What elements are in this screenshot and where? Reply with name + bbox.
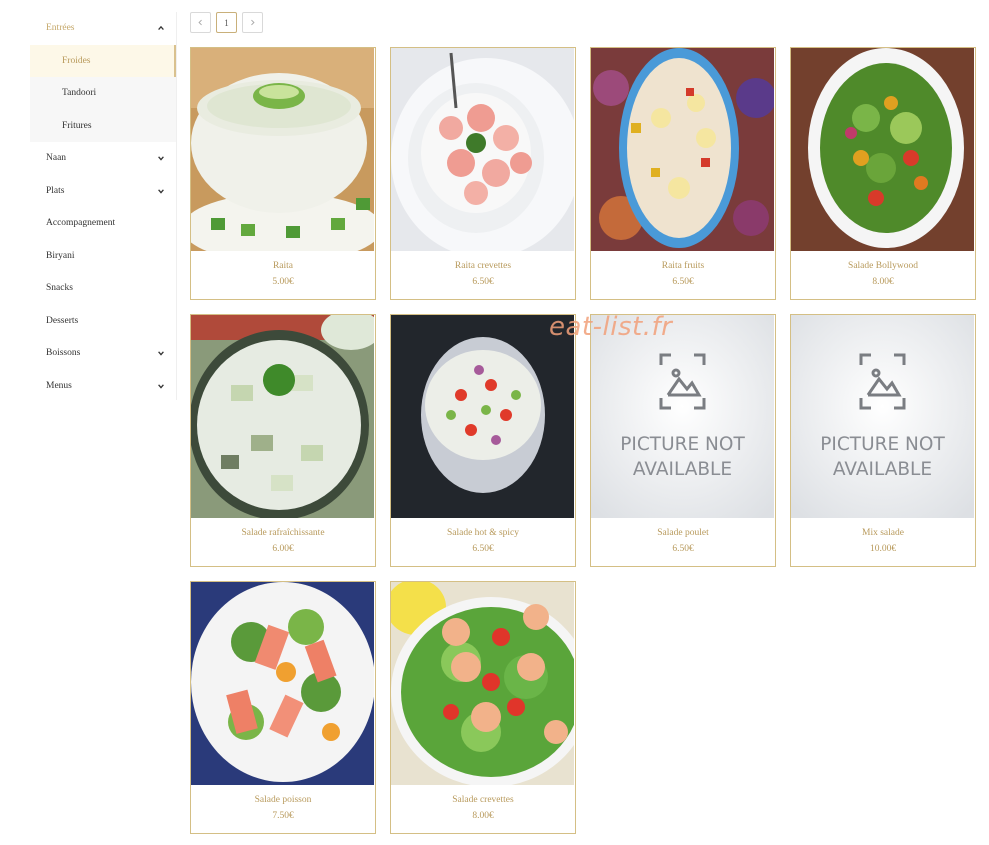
product-name: Salade poisson [254,795,312,805]
product-price: 8.00€ [872,277,894,287]
product-price: 6.50€ [472,277,494,287]
chevron-down-icon [156,153,166,163]
product-image [191,582,374,785]
product-card-salade-bollywood[interactable]: Salade Bollywood 8.00€ [790,47,976,300]
sidebar-item-label: Fritures [62,120,92,131]
product-image [591,48,774,251]
product-image [391,48,574,251]
sidebar-item-snacks[interactable]: Snacks [30,272,176,305]
product-image [191,315,374,518]
product-card-raita-crevettes[interactable]: Raita crevettes 6.50€ [390,47,576,300]
product-image [391,582,574,785]
sidebar-subitem-fritures[interactable]: Fritures [30,109,176,142]
sidebar-item-accompagnement[interactable]: Accompagnement [30,207,176,240]
product-image [191,48,374,251]
product-price: 6.50€ [472,544,494,554]
sidebar-item-plats[interactable]: Plats [30,175,176,208]
product-name: Salade poulet [657,528,709,538]
product-name: Raita crevettes [454,261,512,271]
sidebar-item-label: Accompagnement [46,218,116,229]
sidebar-item-label: Plats [46,185,65,196]
sidebar-subitem-froides[interactable]: Froides [30,44,176,77]
product-image [791,48,974,251]
placeholder-line1: PICTURE NOT [820,434,945,455]
chevron-left-icon [198,19,202,26]
product-image-placeholder: PICTURE NOT AVAILABLE [791,315,974,518]
page-number-button[interactable]: 1 [216,12,237,33]
sidebar-item-desserts[interactable]: Desserts [30,305,176,338]
product-price: 6.00€ [272,544,294,554]
product-name: Raita fruits [661,261,705,271]
chevron-down-icon [156,348,166,358]
pagination: 1 [190,12,263,33]
product-card-salade-poulet[interactable]: PICTURE NOT AVAILABLE Salade poulet 6.50… [590,314,776,567]
product-card-raita[interactable]: Raita 5.00€ [190,47,376,300]
sidebar-item-label: Naan [46,153,67,164]
sidebar-item-label: Tandoori [62,88,97,99]
product-name: Mix salade [862,528,904,538]
placeholder-line1: PICTURE NOT [620,434,745,455]
next-page-button[interactable] [242,12,263,33]
product-card-salade-hot-spicy[interactable]: Salade hot & spicy 6.50€ [390,314,576,567]
prev-page-button[interactable] [190,12,211,33]
chevron-right-icon [251,19,255,26]
product-card-salade-poisson[interactable]: Salade poisson 7.50€ [190,581,376,834]
product-card-raita-fruits[interactable]: Raita fruits 6.50€ [590,47,776,300]
sidebar-item-menus[interactable]: Menus [30,370,176,403]
product-name: Raita [272,261,294,271]
product-image-placeholder: PICTURE NOT AVAILABLE [591,315,774,518]
sidebar-subitem-tandoori[interactable]: Tandoori [30,77,176,110]
watermark: eat-list.fr [549,312,673,342]
product-price: 6.50€ [672,277,694,287]
product-card-salade-crevettes[interactable]: Salade crevettes 8.00€ [390,581,576,834]
sidebar-item-boissons[interactable]: Boissons [30,337,176,370]
sidebar-item-label: Snacks [46,283,73,294]
sidebar-item-label: Froides [62,55,91,66]
chevron-up-icon [156,23,166,33]
placeholder-line2: AVAILABLE [633,459,732,480]
product-card-salade-rafraichissante[interactable]: Salade rafraîchissante 6.00€ [190,314,376,567]
chevron-down-icon [156,381,166,391]
product-card-mix-salade[interactable]: PICTURE NOT AVAILABLE Mix salade 10.00€ [790,314,976,567]
product-price: 5.00€ [272,277,294,287]
product-name: Salade crevettes [452,795,514,805]
sidebar-item-label: Boissons [46,348,81,359]
sidebar-item-label: Entrées [46,23,75,34]
sidebar-divider [176,12,177,400]
product-price: 6.50€ [672,544,694,554]
sidebar-item-label: Biryani [46,250,75,261]
product-image [391,315,574,518]
product-price: 10.00€ [869,544,897,554]
product-price: 8.00€ [472,811,494,821]
sidebar-item-biryani[interactable]: Biryani [30,240,176,273]
sidebar-item-label: Menus [46,380,72,391]
placeholder-line2: AVAILABLE [833,459,932,480]
product-name: Salade hot & spicy [446,528,520,538]
product-price: 7.50€ [272,811,294,821]
sidebar-item-label: Desserts [46,315,79,326]
category-sidebar: Entrées Froides Tandoori Fritures Naan P… [30,12,176,402]
product-name: Salade rafraîchissante [241,528,325,538]
product-name: Salade Bollywood [848,261,918,271]
sidebar-item-entrees[interactable]: Entrées [30,12,176,45]
chevron-down-icon [156,186,166,196]
sidebar-item-naan[interactable]: Naan [30,142,176,175]
